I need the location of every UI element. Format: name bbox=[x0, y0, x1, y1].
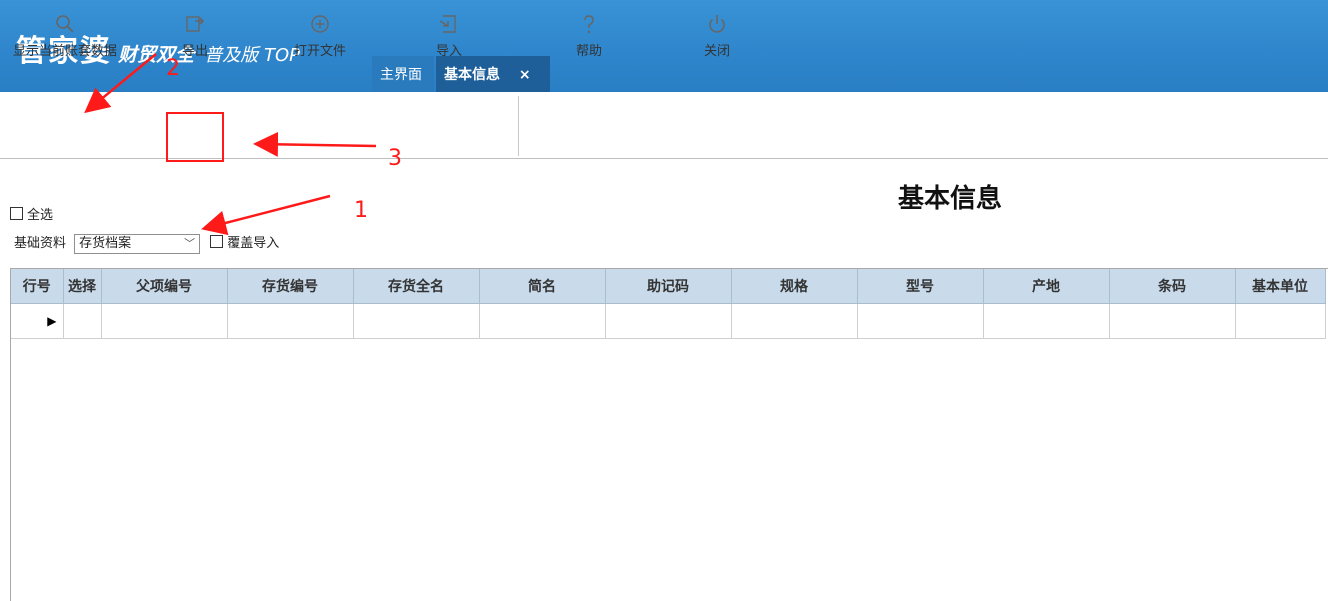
annotation-arrows bbox=[84, 53, 377, 236]
annotation-label-2: 2 bbox=[166, 56, 180, 81]
annotation-label-1: 1 bbox=[354, 198, 368, 223]
annotation-arrow-1 bbox=[201, 194, 331, 236]
annotation-arrow-2 bbox=[84, 53, 157, 114]
annotation-arrow-3 bbox=[253, 131, 377, 157]
annotation-label-3: 3 bbox=[388, 146, 402, 171]
